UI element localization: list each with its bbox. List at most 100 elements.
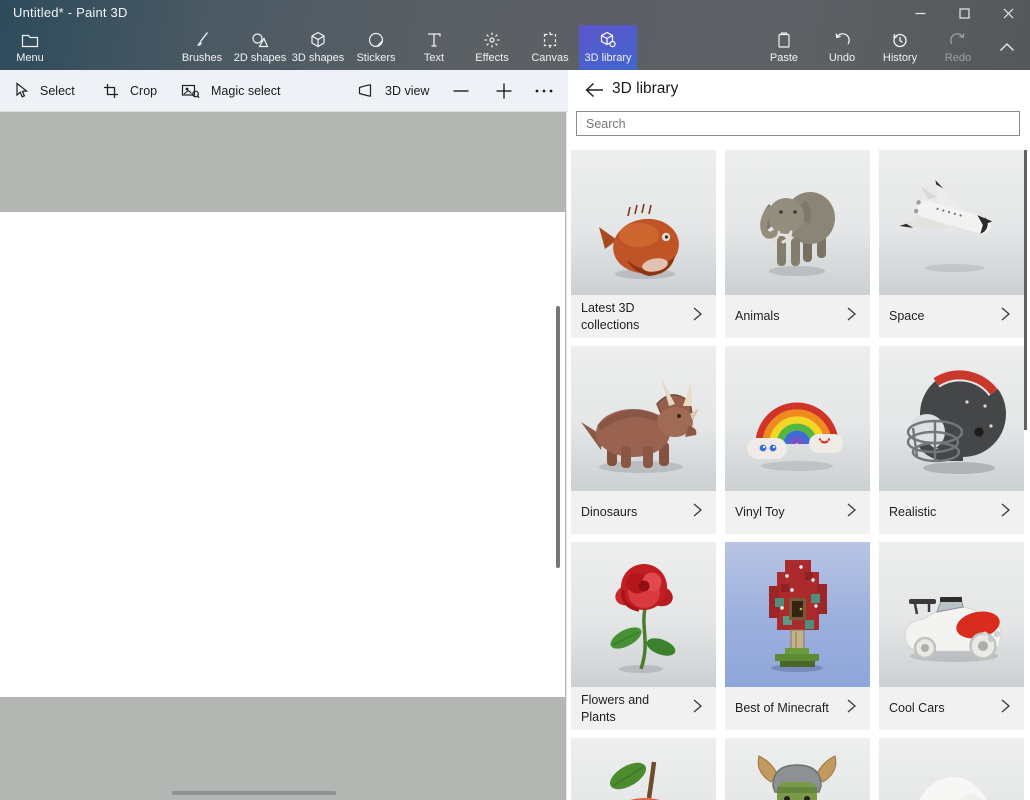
space-shuttle-model-image — [879, 150, 1024, 295]
search-input[interactable] — [576, 111, 1020, 136]
tile-label-bar: Space — [879, 295, 1024, 338]
magic-select-icon — [181, 83, 200, 99]
fish-model-image — [571, 150, 716, 295]
actions-group: Paste Undo History Redo — [755, 25, 987, 70]
tool-2d-shapes[interactable]: 2D shapes — [231, 25, 289, 70]
tool-text[interactable]: Text — [405, 25, 463, 70]
chevron-right-icon — [690, 502, 704, 523]
chevron-right-icon — [844, 306, 858, 327]
chevron-right-icon — [844, 502, 858, 523]
football-helmet-model-image — [879, 346, 1024, 491]
close-button[interactable] — [986, 0, 1030, 27]
panel-scrollbar[interactable] — [1024, 150, 1027, 430]
paint3d-window: Untitled* - Paint 3D Menu — [0, 0, 1030, 800]
panel-header: 3D library — [568, 70, 1030, 112]
triceratops-model-image — [571, 346, 716, 491]
canvas-toolbar: Select Crop Magic select 3D view — [0, 70, 568, 112]
rose-model-image — [571, 542, 716, 687]
maximize-button[interactable] — [942, 0, 986, 27]
brush-icon — [193, 31, 211, 49]
minimize-icon — [915, 8, 926, 19]
tile-label-bar: Flowers and Plants — [571, 687, 716, 730]
tool-stickers[interactable]: Stickers — [347, 25, 405, 70]
3d-shapes-icon — [309, 31, 327, 49]
tool-canvas[interactable]: Canvas — [521, 25, 579, 70]
tile-vinyl-toy[interactable]: Vinyl Toy — [725, 346, 870, 534]
minimize-button[interactable] — [898, 0, 942, 27]
minecraft-tree-model-image — [725, 542, 870, 687]
tile-label-bar: Vinyl Toy — [725, 491, 870, 534]
tile-orc-figure[interactable] — [725, 738, 870, 800]
close-icon — [1003, 8, 1014, 19]
tile-label-bar: Realistic — [879, 491, 1024, 534]
3d-view-button[interactable]: 3D view — [356, 70, 429, 111]
tile-flowers-and-plants[interactable]: Flowers and Plants — [571, 542, 716, 730]
tile-space[interactable]: Space — [879, 150, 1024, 338]
menu-label: Menu — [16, 52, 44, 64]
tile-realistic[interactable]: Realistic — [879, 346, 1024, 534]
tool-brushes[interactable]: Brushes — [173, 25, 231, 70]
chevron-right-icon — [998, 698, 1012, 719]
history-icon — [891, 31, 909, 49]
chevron-right-icon — [998, 306, 1012, 327]
back-button[interactable] — [580, 78, 608, 104]
white-car-model-image — [879, 542, 1024, 687]
plus-icon — [495, 82, 513, 100]
drawing-canvas[interactable] — [0, 212, 565, 697]
menu-folder-icon — [21, 32, 40, 49]
collapse-toolbar-button[interactable] — [990, 25, 1024, 70]
crop-button[interactable]: Crop — [103, 70, 157, 111]
tile-label-bar: Dinosaurs — [571, 491, 716, 534]
maximize-icon — [959, 8, 970, 19]
3d-view-icon — [356, 83, 374, 98]
canvas-vertical-scrollbar[interactable] — [556, 306, 560, 568]
tile-best-of-minecraft[interactable]: Best of Minecraft — [725, 542, 870, 730]
chevron-right-icon — [844, 698, 858, 719]
category-tiles: Latest 3D collections Animals — [571, 150, 1024, 800]
main-toolbar: Menu Brushes 2D shapes 3D shapes Stick — [0, 25, 1030, 70]
tool-3d-library[interactable]: 3D library — [579, 25, 637, 70]
2d-shapes-icon — [251, 31, 269, 49]
tile-label-bar: Animals — [725, 295, 870, 338]
text-icon — [425, 31, 443, 49]
zoom-in-button[interactable] — [495, 70, 513, 111]
zoom-out-button[interactable] — [452, 70, 470, 111]
tile-animals[interactable]: Animals — [725, 150, 870, 338]
tool-effects[interactable]: Effects — [463, 25, 521, 70]
chevron-right-icon — [998, 502, 1012, 523]
canvas-horizontal-scrollbar[interactable] — [172, 791, 336, 795]
cursor-icon — [14, 82, 29, 99]
minus-icon — [452, 82, 470, 100]
window-title: Untitled* - Paint 3D — [13, 5, 128, 20]
redo-button[interactable]: Redo — [929, 25, 987, 70]
redo-icon — [949, 31, 967, 49]
chevron-up-icon — [999, 40, 1015, 55]
crop-icon — [103, 83, 119, 99]
tools-group: Brushes 2D shapes 3D shapes Stickers Tex… — [173, 25, 637, 70]
ellipsis-icon — [534, 88, 554, 94]
undo-icon — [833, 31, 851, 49]
more-options-button[interactable] — [534, 70, 554, 111]
orc-figure-model-image — [725, 738, 870, 800]
tool-3d-shapes[interactable]: 3D shapes — [289, 25, 347, 70]
canvas-workspace — [0, 112, 567, 800]
magic-select-button[interactable]: Magic select — [181, 70, 280, 111]
tile-label-bar: Cool Cars — [879, 687, 1024, 730]
tile-latest-3d-collections[interactable]: Latest 3D collections — [571, 150, 716, 338]
chevron-right-icon — [690, 306, 704, 327]
menu-button[interactable]: Menu — [5, 25, 55, 70]
undo-button[interactable]: Undo — [813, 25, 871, 70]
tile-apple[interactable] — [571, 738, 716, 800]
tile-mannequin-head[interactable] — [879, 738, 1024, 800]
3d-library-panel: 3D library Latest 3D collections — [568, 70, 1030, 800]
app-header: Untitled* - Paint 3D Menu — [0, 0, 1030, 70]
select-button[interactable]: Select — [14, 70, 75, 111]
tile-dinosaurs[interactable]: Dinosaurs — [571, 346, 716, 534]
tile-label-bar: Best of Minecraft — [725, 687, 870, 730]
chevron-right-icon — [690, 698, 704, 719]
tile-cool-cars[interactable]: Cool Cars — [879, 542, 1024, 730]
effects-icon — [483, 31, 501, 49]
history-button[interactable]: History — [871, 25, 929, 70]
paste-button[interactable]: Paste — [755, 25, 813, 70]
mannequin-head-model-image — [879, 738, 1024, 800]
